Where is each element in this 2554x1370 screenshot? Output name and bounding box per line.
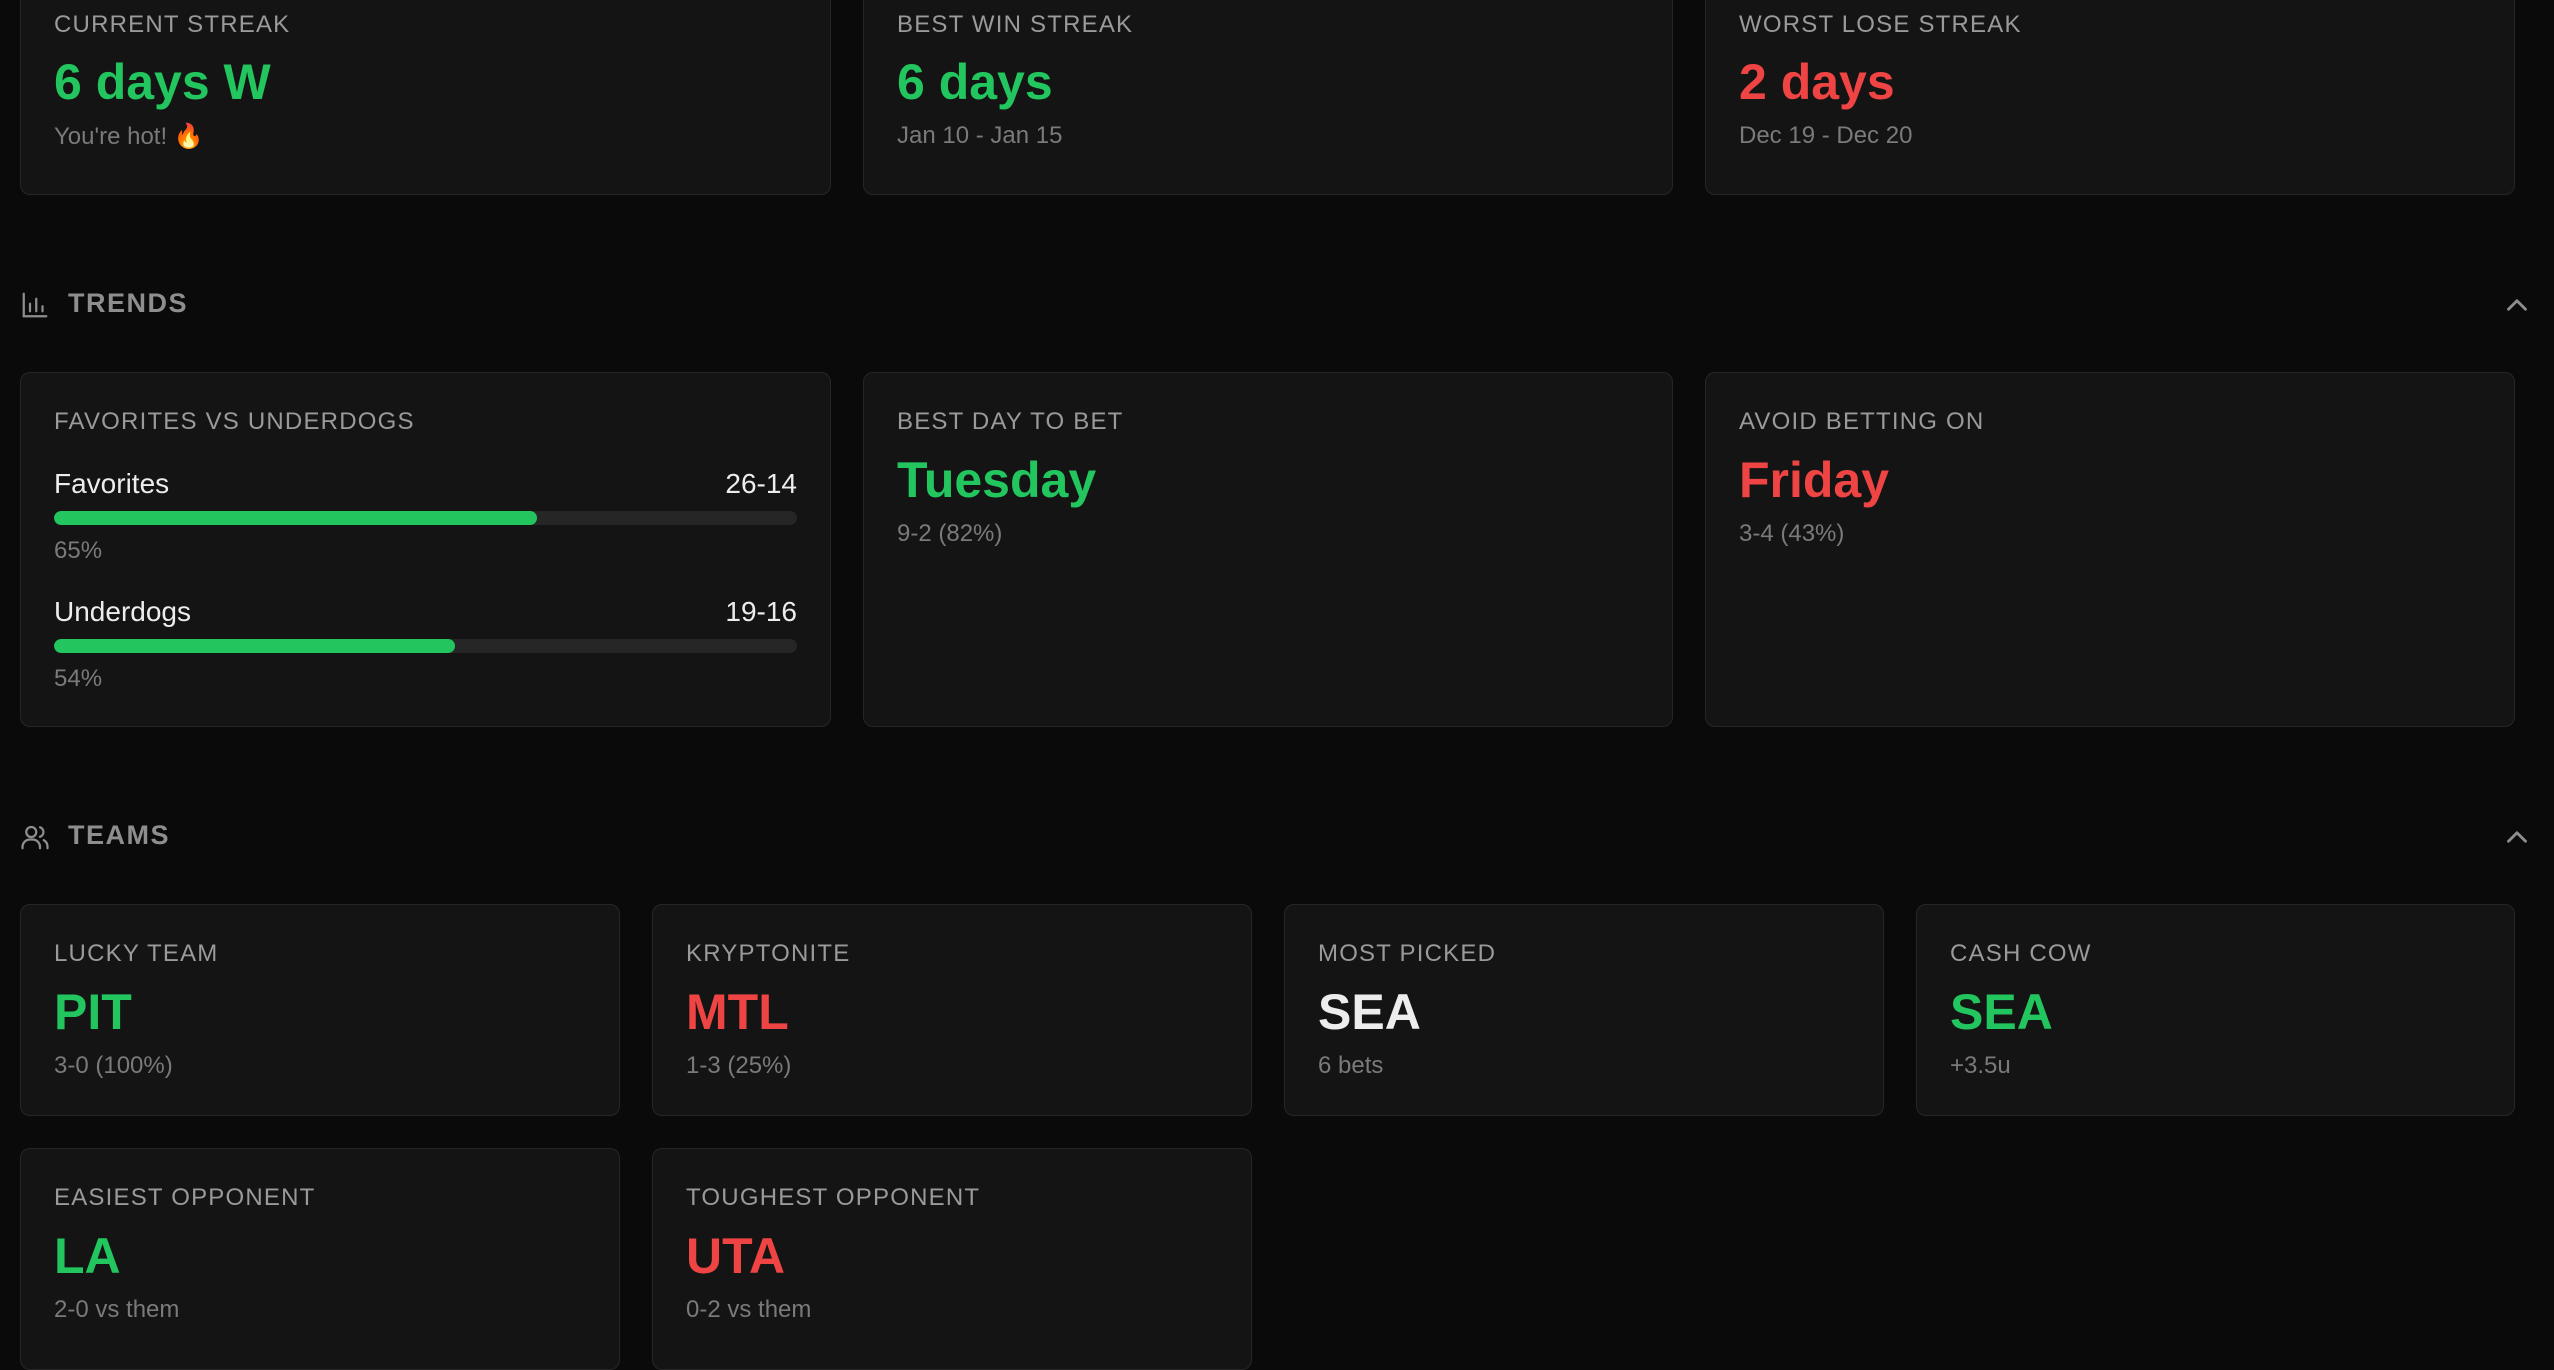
toughest-opponent-value: UTA xyxy=(686,1228,786,1284)
bar-chart-icon xyxy=(22,292,48,318)
worst-lose-streak-dates: Dec 19 - Dec 20 xyxy=(1739,122,1913,149)
cash-cow-label: CASH COW xyxy=(1950,940,2092,967)
best-win-streak-label: BEST WIN STREAK xyxy=(897,11,1134,38)
worst-lose-streak-label: WORST LOSE STREAK xyxy=(1739,11,2022,38)
lucky-team-record: 3-0 (100%) xyxy=(54,1052,173,1079)
chevron-up-icon[interactable] xyxy=(2500,820,2534,854)
current-streak-card: CURRENT STREAK 6 days W You're hot! 🔥 xyxy=(20,0,831,195)
kryptonite-value: MTL xyxy=(686,984,789,1040)
kryptonite-record: 1-3 (25%) xyxy=(686,1052,792,1079)
teams-section-title: TEAMS xyxy=(68,820,170,850)
trends-section-title: TRENDS xyxy=(68,288,189,318)
lucky-team-label: LUCKY TEAM xyxy=(54,940,219,967)
most-picked-count: 6 bets xyxy=(1318,1052,1384,1079)
favorites-row-label: Favorites xyxy=(54,468,170,499)
current-streak-value: 6 days W xyxy=(54,54,271,110)
teams-section-header[interactable]: TEAMS xyxy=(20,816,2534,856)
avoid-day-label: AVOID BETTING ON xyxy=(1739,408,1985,435)
avoid-day-card: AVOID BETTING ON Friday 3-4 (43%) xyxy=(1705,372,2515,727)
toughest-opponent-label: TOUGHEST OPPONENT xyxy=(686,1184,981,1211)
underdogs-progress-bar xyxy=(54,639,797,653)
avoid-day-value: Friday xyxy=(1739,452,1890,508)
current-streak-note: You're hot! 🔥 xyxy=(54,123,204,150)
underdogs-row-label: Underdogs xyxy=(54,596,191,627)
easiest-opponent-label: EASIEST OPPONENT xyxy=(54,1184,316,1211)
toughest-opponent-card: TOUGHEST OPPONENT UTA 0-2 vs them xyxy=(652,1148,1252,1370)
best-day-card: BEST DAY TO BET Tuesday 9-2 (82%) xyxy=(863,372,1673,727)
lucky-team-value: PIT xyxy=(54,984,132,1040)
worst-lose-streak-card: WORST LOSE STREAK 2 days Dec 19 - Dec 20 xyxy=(1705,0,2515,195)
underdogs-percent: 54% xyxy=(54,665,103,692)
favorites-vs-underdogs-card: FAVORITES VS UNDERDOGS Favorites 26-14 6… xyxy=(20,372,831,727)
best-win-streak-value: 6 days xyxy=(897,54,1053,110)
easiest-opponent-value: LA xyxy=(54,1228,121,1284)
favorites-progress-bar xyxy=(54,511,797,525)
cash-cow-units: +3.5u xyxy=(1950,1052,2011,1079)
underdogs-row-record: 19-16 xyxy=(725,596,797,627)
most-picked-card: MOST PICKED SEA 6 bets xyxy=(1284,904,1884,1116)
trends-section-header[interactable]: TRENDS xyxy=(20,284,2534,324)
worst-lose-streak-value: 2 days xyxy=(1739,54,1895,110)
lucky-team-card: LUCKY TEAM PIT 3-0 (100%) xyxy=(20,904,620,1116)
users-icon xyxy=(21,825,49,850)
cash-cow-card: CASH COW SEA +3.5u xyxy=(1916,904,2515,1116)
best-day-record: 9-2 (82%) xyxy=(897,520,1003,547)
toughest-opponent-record: 0-2 vs them xyxy=(686,1296,812,1323)
best-win-streak-dates: Jan 10 - Jan 15 xyxy=(897,122,1063,149)
kryptonite-card: KRYPTONITE MTL 1-3 (25%) xyxy=(652,904,1252,1116)
avoid-day-record: 3-4 (43%) xyxy=(1739,520,1845,547)
best-day-value: Tuesday xyxy=(897,452,1097,508)
kryptonite-label: KRYPTONITE xyxy=(686,940,851,967)
easiest-opponent-record: 2-0 vs them xyxy=(54,1296,180,1323)
most-picked-label: MOST PICKED xyxy=(1318,940,1497,967)
most-picked-value: SEA xyxy=(1318,984,1421,1040)
cash-cow-value: SEA xyxy=(1950,984,2053,1040)
current-streak-label: CURRENT STREAK xyxy=(54,11,291,38)
favorites-vs-underdogs-label: FAVORITES VS UNDERDOGS xyxy=(54,408,415,435)
easiest-opponent-card: EASIEST OPPONENT LA 2-0 vs them xyxy=(20,1148,620,1370)
best-day-label: BEST DAY TO BET xyxy=(897,408,1124,435)
favorites-progress-fill xyxy=(54,511,537,525)
favorites-row-record: 26-14 xyxy=(725,468,797,499)
underdogs-progress-fill xyxy=(54,639,456,653)
chevron-up-icon[interactable] xyxy=(2500,288,2534,322)
favorites-percent: 65% xyxy=(54,537,103,564)
best-win-streak-card: BEST WIN STREAK 6 days Jan 10 - Jan 15 xyxy=(863,0,1673,195)
